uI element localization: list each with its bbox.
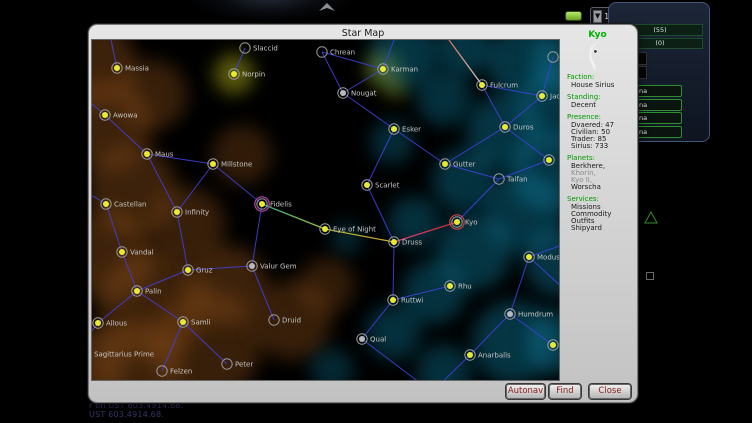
presence-label: Presence: (567, 113, 601, 121)
system-label: Druss (402, 239, 422, 247)
chevron-down-icon[interactable]: ▼ (593, 10, 602, 23)
find-button[interactable]: Find (549, 384, 581, 399)
system-node-fulcrum[interactable] (477, 80, 487, 90)
player-ship-sprite (316, 1, 338, 14)
faction-label: Faction: (567, 73, 594, 81)
system-node-eyeofnight[interactable] (320, 224, 330, 234)
system-node-kyo[interactable] (450, 215, 464, 229)
system-info-panel: Kyo Faction: House Sirius Standing: Dece… (558, 39, 637, 379)
system-label: Slaccid (253, 45, 278, 53)
system-label: Massia (125, 65, 149, 73)
system-label: Kyo (465, 219, 478, 227)
autonav-button[interactable]: Autonav (506, 384, 545, 399)
faction-value: House Sirius (571, 81, 614, 89)
system-label: Anarbalis (478, 352, 511, 360)
system-label: Infinity (185, 209, 209, 217)
starmap-viewport[interactable]: Massia Slaccid Norpin Chrean Karman Nougat Ful… (91, 39, 560, 381)
system-label: Eye of Night (333, 226, 376, 234)
planets-label: Planets: (567, 154, 595, 162)
nebula-blob (310, 348, 354, 380)
hyperlane (252, 204, 262, 266)
nebula-blob (416, 70, 472, 126)
nebula-blob (366, 304, 422, 360)
hud-status-led (565, 11, 582, 21)
service-name: Shipyard (571, 224, 602, 232)
system-label: Scarlet (375, 182, 400, 190)
system-label: Felzen (170, 368, 192, 376)
system-label: Fidelis (270, 201, 292, 209)
system-node-scarlet[interactable] (362, 180, 372, 190)
services-label: Services: (567, 195, 599, 203)
system-label: Qual (370, 336, 386, 344)
system-label: Esker (402, 126, 421, 134)
system-node-qual[interactable] (357, 334, 367, 344)
window-title: Star Map (89, 28, 637, 39)
system-label: Vandal (130, 249, 154, 257)
system-label: Samli (191, 319, 210, 327)
nebula-blob (299, 257, 355, 313)
system-label: Valur Gem (260, 263, 297, 271)
log-line-2: UST 603.4914.68. (89, 410, 164, 419)
system-label: Allous (106, 320, 127, 328)
star-map-window: Star Map Massia Slaccid Norpin Chrean Karman… (88, 24, 638, 403)
hyperlane (343, 93, 394, 129)
selected-system-name: Kyo (558, 30, 637, 40)
starmap[interactable]: Massia Slaccid Norpin Chrean Karman Nougat Ful… (92, 40, 559, 380)
system-label: Awowa (113, 112, 138, 120)
system-label: Ruttwi (401, 297, 423, 305)
system-label: Nougat (351, 90, 377, 98)
faction-logo-icon (587, 41, 603, 73)
system-label: Millstone (221, 161, 252, 169)
standing-label: Standing: (567, 93, 601, 101)
system-label: Sagittarius Prime (94, 351, 154, 359)
system-node-fidelis[interactable] (255, 197, 269, 211)
system-label: Druid (282, 317, 301, 325)
system-label: Duros (513, 124, 534, 132)
system-label: Modus M (537, 254, 559, 262)
system-label: Castellan (114, 201, 147, 209)
presence-line: Sirius: 733 (571, 142, 608, 150)
nebula-blob (416, 344, 472, 380)
nebula-blob (212, 125, 272, 185)
system-node-nougat[interactable] (338, 88, 348, 98)
system-label: Norpin (242, 71, 265, 79)
system-label: Taifan (506, 176, 528, 184)
hyperlane (393, 242, 394, 300)
system-node-anarbalis[interactable] (465, 350, 475, 360)
target-triangle-icon (644, 211, 658, 225)
system-label: Maus (155, 151, 174, 159)
system-label: Gutter (453, 161, 476, 169)
standing-value: Decent (571, 101, 596, 109)
system-label: Fulcrum (490, 82, 518, 90)
system-label: Gruz (196, 267, 213, 275)
close-button[interactable]: Close (589, 384, 631, 399)
system-label: Palin (145, 288, 162, 296)
system-label: Humdrum (518, 311, 553, 319)
hyperlane (322, 52, 343, 93)
system-label: Rhu (458, 283, 472, 291)
system-label: Peter (235, 361, 253, 369)
system-label: Karman (391, 66, 418, 74)
system-label: Chrean (330, 49, 355, 57)
target-square-icon (646, 272, 654, 280)
planet-name: Worscha (571, 183, 601, 191)
